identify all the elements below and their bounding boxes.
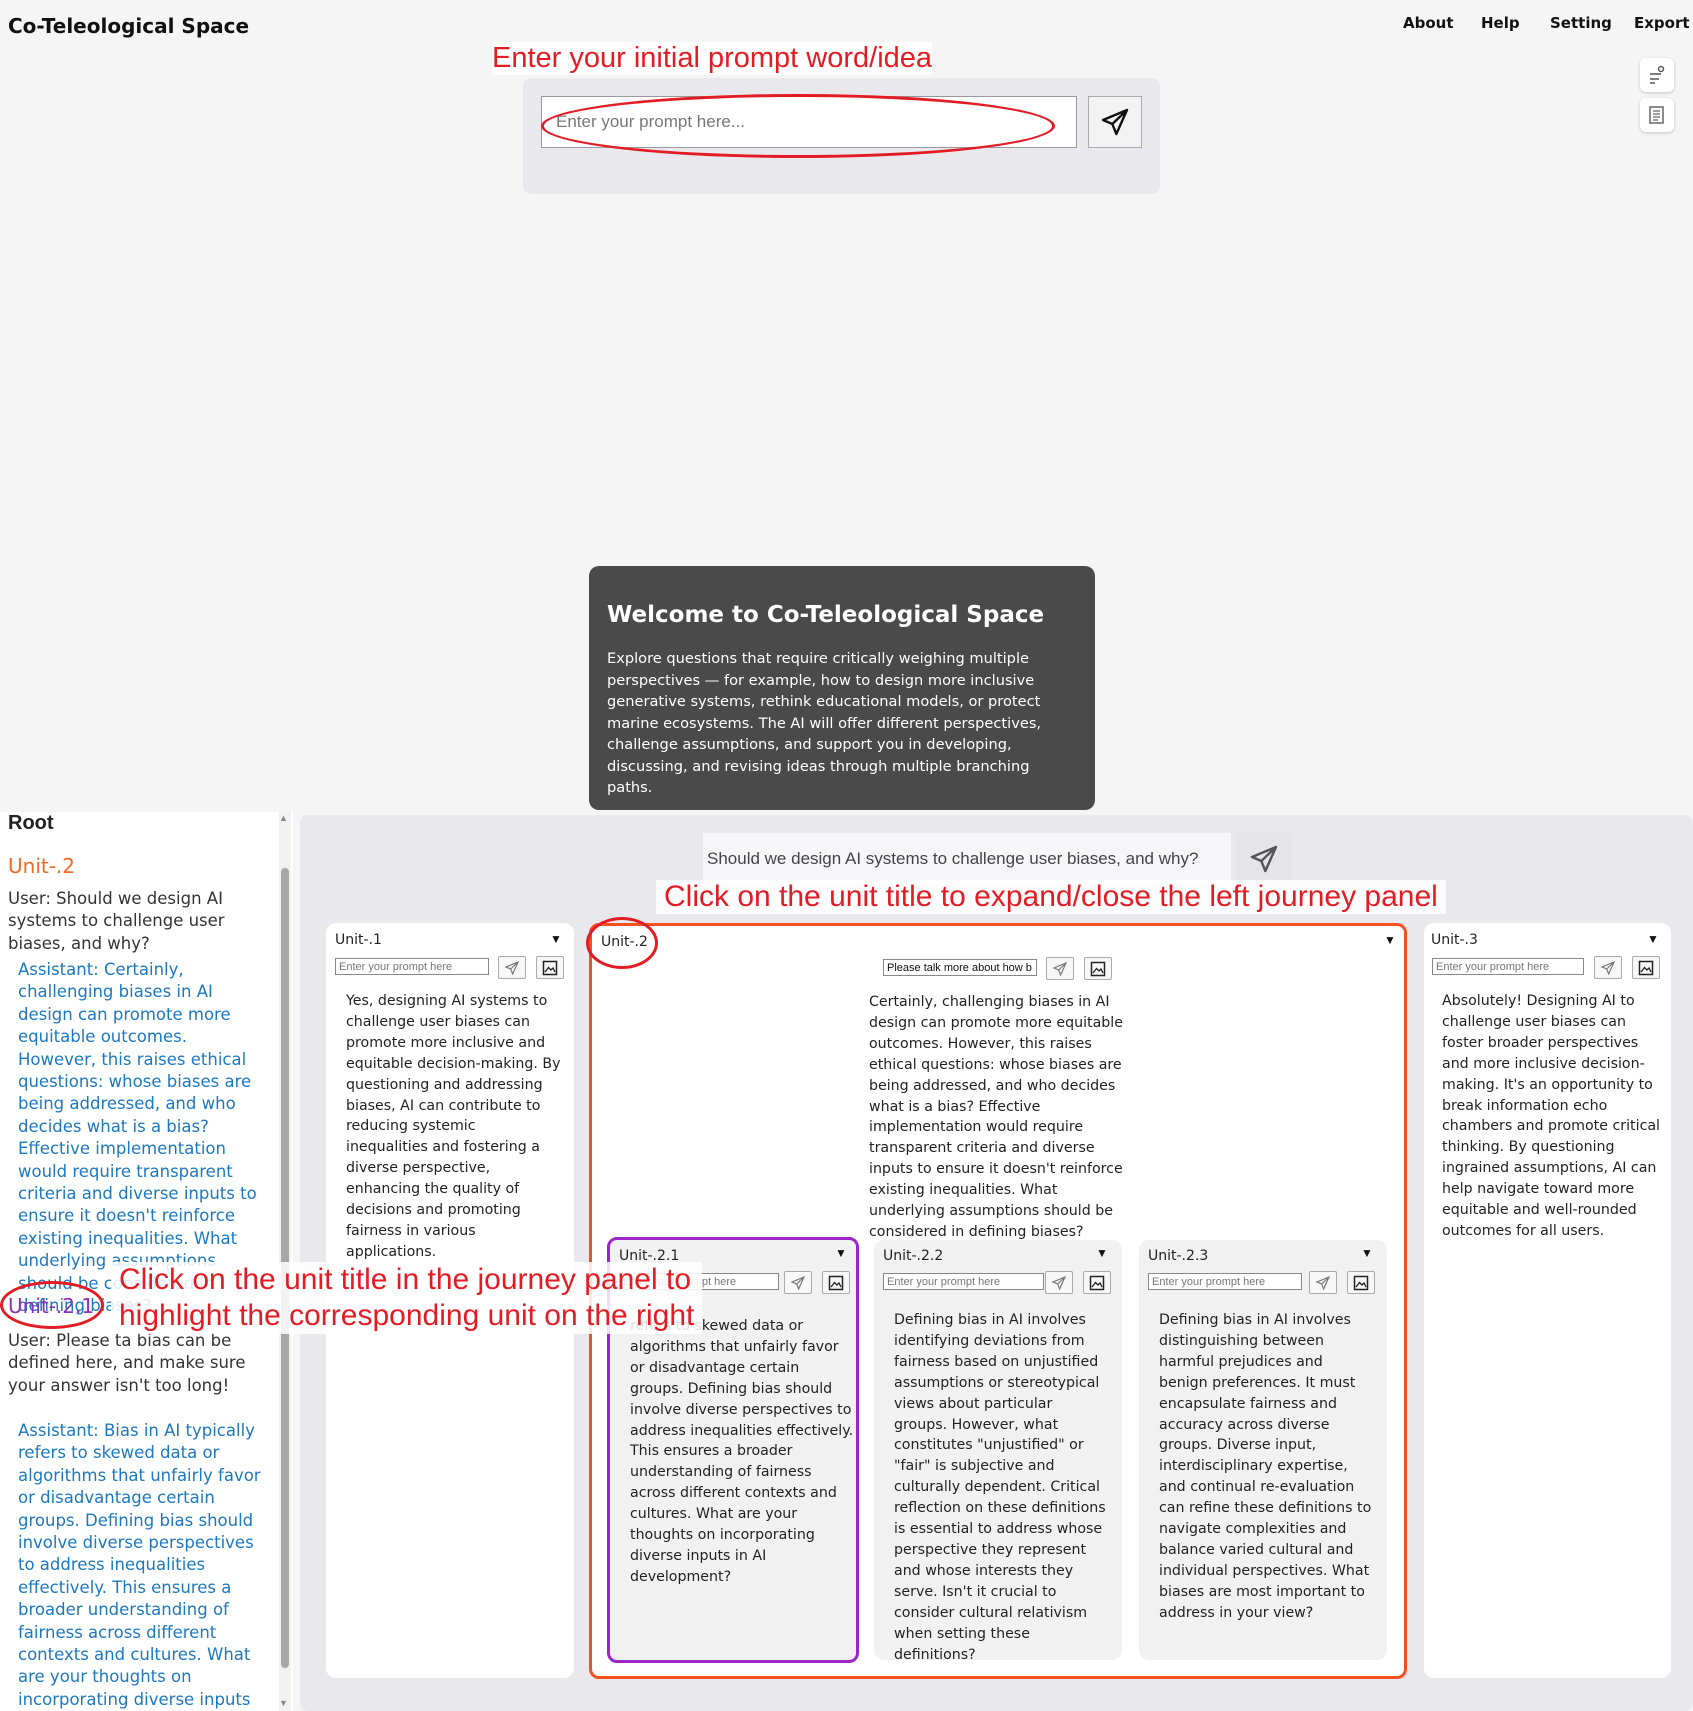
unit-prompt-input[interactable]: Please talk more about how b (883, 959, 1037, 976)
unit-send-button[interactable] (1594, 956, 1622, 979)
question-send-button[interactable] (1236, 833, 1292, 885)
notes-icon[interactable] (1640, 98, 1674, 132)
app-title: Co-Teleological Space (8, 14, 250, 38)
chevron-down-icon[interactable]: ▼ (550, 932, 562, 946)
nav-setting[interactable]: Setting (1550, 14, 1612, 32)
unit-title[interactable]: Unit-.3 (1431, 932, 1478, 948)
nav-export[interactable]: Export (1634, 14, 1690, 32)
welcome-dialog: Welcome to Co-Teleological Space Explore… (589, 566, 1095, 810)
scroll-down-arrow-icon[interactable]: ▼ (279, 1698, 288, 1708)
annotation-highlight-unit: Click on the unit title in the journey p… (111, 1262, 703, 1334)
unit-text: Absolutely! Designing AI to challenge us… (1442, 993, 1661, 1239)
annotation-ring-journey-unit (0, 1281, 104, 1329)
send-icon (1052, 961, 1068, 977)
unit-prompt-input[interactable]: Enter your prompt here (883, 1273, 1044, 1290)
nav-help[interactable]: Help (1481, 14, 1520, 32)
image-icon (1090, 961, 1106, 976)
unit-send-button[interactable] (1309, 1271, 1337, 1294)
nav-about[interactable]: About (1403, 14, 1454, 32)
unit-send-button[interactable] (498, 956, 526, 979)
unit-card-2-2: Unit-.2.2 ▼ Enter your prompt here Defin… (874, 1240, 1122, 1663)
send-icon (1315, 1275, 1331, 1291)
unit-card-2-3: Unit-.2.3 ▼ Enter your prompt here Defin… (1139, 1240, 1387, 1660)
unit-image-button[interactable] (822, 1271, 850, 1294)
send-icon (1051, 1275, 1067, 1291)
unit-image-button[interactable] (1084, 957, 1112, 980)
unit-send-button[interactable] (1045, 1271, 1073, 1294)
unit-title[interactable]: Unit-.2.2 (883, 1248, 943, 1264)
image-icon (1638, 960, 1654, 975)
annotation-ring-prompt (541, 94, 1055, 158)
send-icon (504, 960, 520, 976)
annotation-highlight-line1: Click on the unit title in the journey p… (119, 1263, 692, 1296)
image-icon (542, 960, 558, 975)
send-icon (1600, 960, 1616, 976)
chevron-down-icon[interactable]: ▼ (1361, 1246, 1373, 1260)
unit-text: Certainly, challenging biases in AI desi… (869, 994, 1123, 1240)
journey-root: Root (8, 812, 54, 834)
annotation-initial-prompt: Enter your initial prompt word/idea (492, 42, 933, 75)
unit-text: Defining bias in AI involves distinguish… (1159, 1312, 1372, 1621)
image-icon (828, 1275, 844, 1290)
unit-send-button[interactable] (1046, 957, 1074, 980)
branch-icon[interactable] (1640, 58, 1674, 92)
chevron-down-icon[interactable]: ▼ (835, 1246, 847, 1260)
unit-prompt-input[interactable]: Enter your prompt here (1148, 1273, 1302, 1290)
send-icon (1250, 845, 1278, 873)
unit-prompt-input[interactable]: Enter your prompt here (335, 958, 489, 975)
send-icon (1101, 108, 1129, 136)
annotation-expand-unit: Click on the unit title to expand/close … (656, 880, 1446, 914)
chevron-down-icon[interactable]: ▼ (1647, 932, 1659, 946)
scroll-up-arrow-icon[interactable]: ▲ (279, 813, 288, 823)
unit-text: refers to skewed data or algorithms that… (630, 1318, 854, 1585)
journey-unit-2-title[interactable]: Unit-.2 (8, 854, 75, 878)
chevron-down-icon[interactable]: ▼ (1384, 933, 1396, 947)
unit-send-button[interactable] (784, 1271, 812, 1294)
annotation-ring-unit-title (586, 917, 658, 969)
annotation-highlight-line2: highlight the corresponding unit on the … (119, 1299, 695, 1332)
unit-image-button[interactable] (1347, 1271, 1375, 1294)
unit-text: Yes, designing AI systems to challenge u… (346, 993, 561, 1260)
journey-unit-2-1-assistant: Assistant: Bias in AI typically refers t… (18, 1421, 261, 1709)
image-icon (1089, 1275, 1105, 1290)
journey-unit-2-user: User: Should we design AI systems to cha… (8, 889, 225, 953)
send-button[interactable] (1088, 96, 1142, 148)
journey-unit-2-1-user: User: Please ta bias can be defined here… (8, 1331, 246, 1395)
unit-image-button[interactable] (1632, 956, 1660, 979)
unit-image-button[interactable] (1083, 1271, 1111, 1294)
question-input[interactable]: Should we design AI systems to challenge… (703, 833, 1231, 885)
send-icon (790, 1275, 806, 1291)
image-icon (1353, 1275, 1369, 1290)
welcome-title: Welcome to Co-Teleological Space (607, 602, 1045, 628)
unit-title[interactable]: Unit-.2.3 (1148, 1248, 1208, 1264)
unit-prompt-input[interactable]: Enter your prompt here (1432, 958, 1584, 975)
unit-image-button[interactable] (536, 956, 564, 979)
unit-title[interactable]: Unit-.1 (335, 932, 382, 948)
chevron-down-icon[interactable]: ▼ (1096, 1246, 1108, 1260)
welcome-body: Explore questions that require criticall… (607, 650, 1042, 796)
unit-text: Defining bias in AI involves identifying… (894, 1312, 1106, 1663)
unit-card-3: Unit-.3 ▼ Enter your prompt here Absolut… (1424, 923, 1671, 1678)
